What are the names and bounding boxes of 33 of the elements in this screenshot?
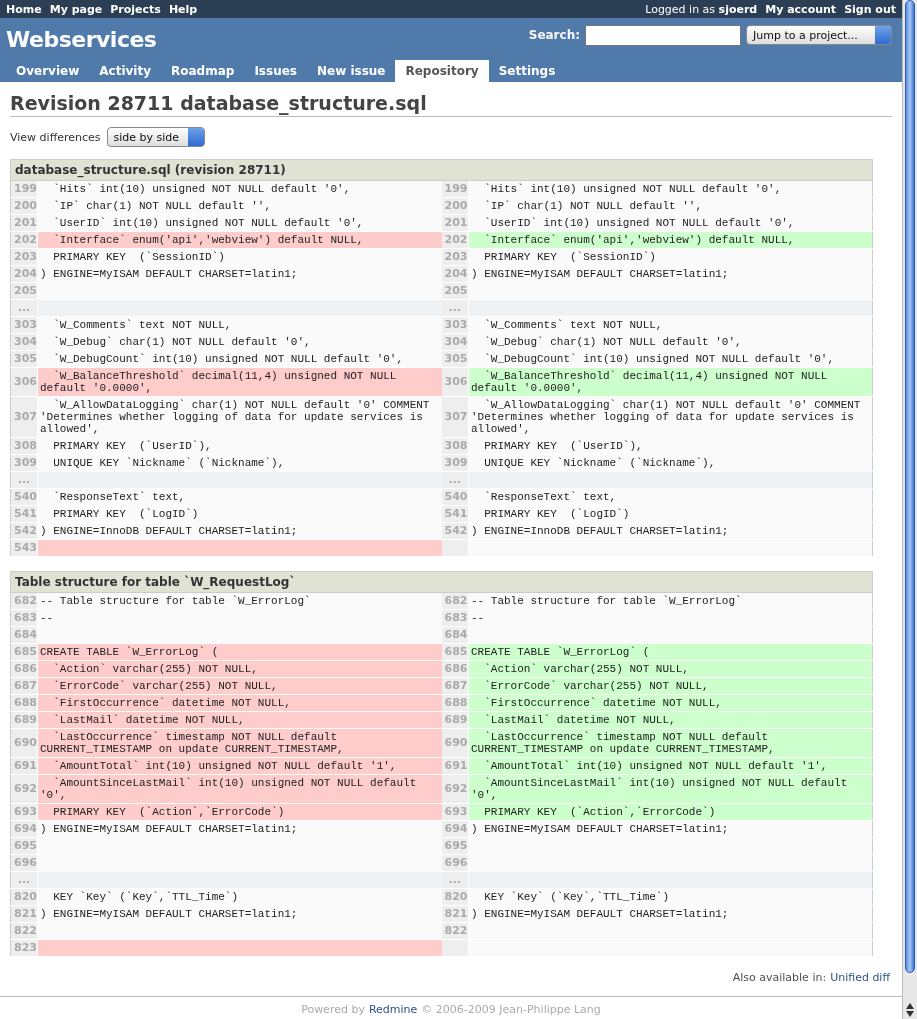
tab[interactable]: Settings bbox=[488, 60, 566, 82]
line-number: 306 bbox=[10, 367, 38, 397]
diff-type-select[interactable]: side by side bbox=[106, 127, 205, 147]
line-number: 692 bbox=[10, 774, 38, 804]
also-available-label: Also available in: bbox=[732, 971, 827, 984]
menu-link[interactable]: My page bbox=[49, 2, 103, 16]
tab[interactable]: Overview bbox=[6, 60, 90, 82]
page-title: Revision 28711 database_structure.sql bbox=[10, 92, 892, 117]
scrollbar[interactable] bbox=[902, 0, 917, 1019]
menu-link[interactable]: Sign out bbox=[844, 2, 896, 16]
project-jump-select[interactable]: Jump to a project... bbox=[746, 25, 892, 45]
file-heading: database_structure.sql (revision 28711) bbox=[10, 159, 873, 181]
view-differences-label: View differences bbox=[10, 130, 101, 144]
tab[interactable]: Activity bbox=[89, 60, 161, 82]
tab[interactable]: Issues bbox=[244, 60, 307, 82]
search-label: Search: bbox=[528, 28, 580, 42]
menu-link[interactable]: Help bbox=[168, 2, 198, 16]
tab[interactable]: Roadmap bbox=[161, 60, 245, 82]
line-number: 690 bbox=[10, 728, 38, 758]
line-number: 307 bbox=[10, 396, 38, 438]
tab[interactable]: New issue bbox=[306, 60, 396, 82]
menu-link[interactable]: Home bbox=[6, 2, 42, 16]
logged-in-text: Logged in as sjoerd bbox=[645, 2, 758, 16]
file-heading: Table structure for table `W_RequestLog` bbox=[10, 571, 873, 593]
tab[interactable]: Repository bbox=[395, 60, 489, 82]
search-field[interactable] bbox=[585, 24, 741, 46]
footer-text: Powered by bbox=[301, 1003, 365, 1016]
redmine-link[interactable]: Redmine bbox=[368, 1003, 418, 1016]
menu-link[interactable]: My account bbox=[765, 2, 837, 16]
footer-text: © 2006-2009 Jean-Philippe Lang bbox=[421, 1003, 601, 1016]
unified-diff-link[interactable]: Unified diff bbox=[830, 971, 890, 984]
menu-link[interactable]: Projects bbox=[110, 2, 161, 16]
project-title: Webservices bbox=[6, 26, 157, 52]
